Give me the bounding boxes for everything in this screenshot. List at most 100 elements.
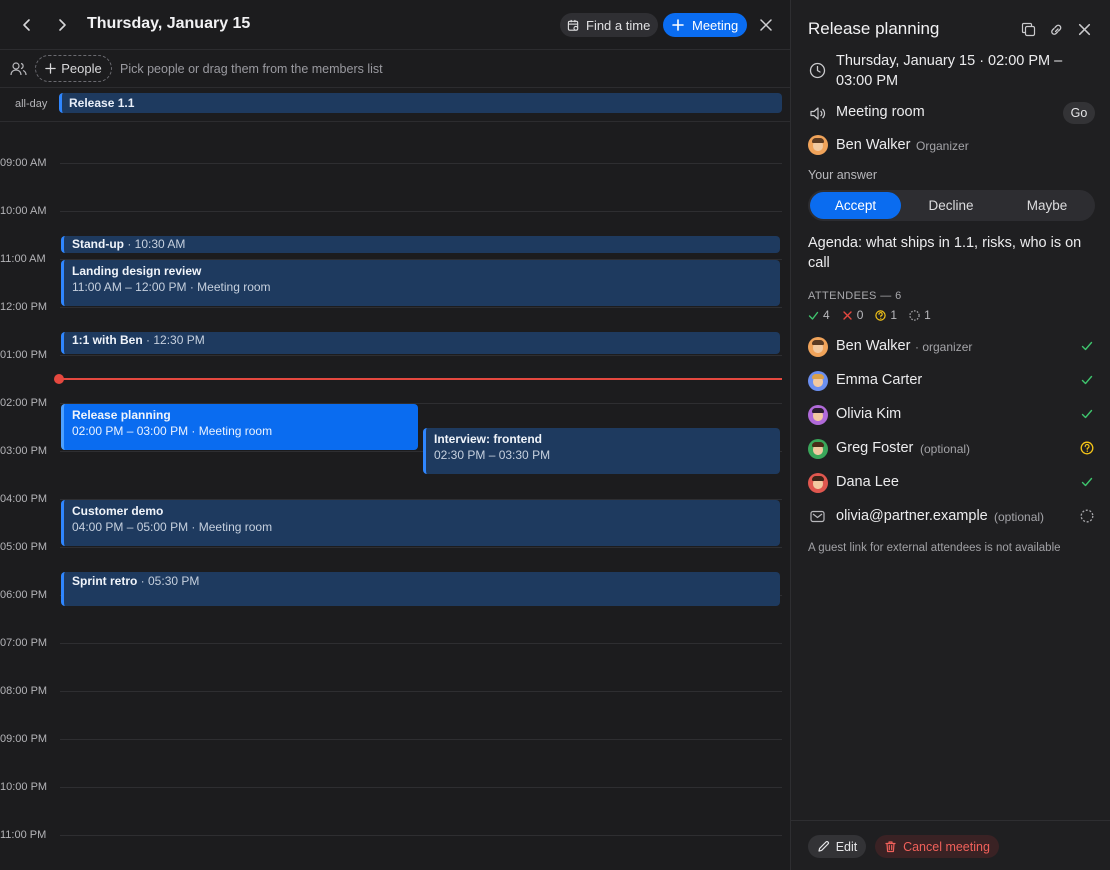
avatar-hair — [812, 442, 824, 447]
hour-label: 08:00 PM — [0, 685, 48, 697]
pencil-icon — [818, 841, 829, 852]
attendee-row[interactable]: Dana Lee — [791, 473, 1110, 507]
calendar-pane: Thursday, January 15 Find a time Meeting… — [0, 0, 790, 870]
attendee-row[interactable]: Greg Foster (optional) — [791, 439, 1110, 473]
avatar-hair — [812, 476, 824, 481]
maybe-count: 1 — [875, 308, 897, 322]
event-standup[interactable]: Stand-up · 10:30 AM — [61, 236, 780, 253]
calendar-toolbar: Thursday, January 15 Find a time Meeting — [0, 0, 790, 50]
cancel-meeting-label: Cancel meeting — [903, 839, 990, 854]
link-icon — [1050, 24, 1061, 35]
attendees-header: ATTENDEES — 6 — [808, 290, 902, 302]
event-release-planning[interactable]: Release planning 02:00 PM – 03:00 PM · M… — [61, 404, 418, 450]
attendee-row[interactable]: Olivia Kim — [791, 405, 1110, 439]
current-time-line — [60, 378, 782, 380]
calendar-search-icon — [567, 19, 579, 31]
close-calendar-button[interactable] — [756, 15, 776, 35]
add-people-label: People — [61, 61, 102, 76]
hour-label: 07:00 PM — [0, 637, 48, 649]
avatar-hair — [812, 408, 824, 413]
decline-option[interactable]: Decline — [905, 192, 997, 219]
your-answer-label: Your answer — [808, 168, 878, 182]
event-title: 1:1 with Ben — [72, 333, 143, 347]
event-customer-demo[interactable]: Customer demo 04:00 PM – 05:00 PM · Meet… — [61, 500, 780, 546]
close-icon — [760, 19, 772, 31]
people-bar: People Pick people or drag them from the… — [0, 50, 790, 88]
hour-line — [60, 307, 782, 308]
clock-icon — [809, 62, 826, 79]
accepted-check-icon — [1081, 409, 1093, 419]
new-meeting-button[interactable]: Meeting — [663, 13, 748, 37]
maybe-count-value: 1 — [890, 308, 898, 322]
plus-icon — [45, 63, 56, 74]
event-title: Customer demo — [72, 504, 164, 518]
hour-label: 10:00 AM — [0, 205, 47, 217]
hour-label: 09:00 AM — [0, 157, 47, 169]
pending-count-value: 1 — [924, 308, 931, 322]
rsvp-segmented-control: Accept Decline Maybe — [808, 190, 1095, 221]
chevron-left-icon — [23, 19, 30, 31]
edit-label: Edit — [835, 839, 858, 854]
event-sprint-retro[interactable]: Sprint retro · 05:30 PM — [61, 572, 780, 606]
event-datetime: Thursday, January 15 · 02:00 PM – 03:00 … — [836, 53, 1063, 89]
accept-option[interactable]: Accept — [810, 192, 901, 219]
hour-label: 03:00 PM — [0, 445, 48, 457]
event-time: · 05:30 PM — [137, 574, 200, 588]
event-landing-design-review[interactable]: Landing design review 11:00 AM – 12:00 P… — [61, 260, 780, 306]
prev-day-button[interactable] — [15, 13, 39, 37]
pending-icon — [909, 309, 920, 321]
event-detail-pane: Release planning Thursday, January 15 · … — [790, 0, 1110, 870]
attendee-row[interactable]: olivia@partner.example (optional) — [791, 507, 1110, 541]
accepted-check-icon — [1081, 375, 1093, 385]
avatar — [808, 371, 828, 391]
event-interview-frontend[interactable]: Interview: frontend 02:30 PM – 03:30 PM — [423, 428, 780, 474]
cancel-meeting-button[interactable]: Cancel meeting — [875, 835, 999, 858]
mail-icon — [810, 510, 825, 523]
event-title: Landing design review — [72, 264, 202, 278]
hour-line — [60, 739, 782, 740]
close-detail-button[interactable] — [1075, 20, 1093, 38]
attendee-name: Greg Foster — [836, 440, 914, 456]
all-day-event[interactable]: Release 1.1 — [59, 93, 782, 113]
hour-line — [60, 643, 782, 644]
event-time: · 12:30 PM — [142, 333, 205, 347]
declined-count-value: 0 — [856, 308, 864, 322]
maybe-question-icon — [1080, 441, 1094, 455]
event-one-on-one[interactable]: 1:1 with Ben · 12:30 PM — [61, 332, 780, 354]
accepted-check-icon — [1081, 477, 1093, 487]
attendee-name: Ben Walker — [836, 338, 911, 354]
agenda-text: Agenda: what ships in 1.1, risks, who is… — [808, 235, 1082, 271]
attendee-name: Emma Carter — [836, 372, 923, 388]
copy-link-button[interactable] — [1047, 20, 1065, 38]
event-subtitle: 04:00 PM – 05:00 PM · Meeting room — [72, 520, 273, 534]
join-room-button[interactable]: Go — [1063, 102, 1095, 124]
hour-label: 06:00 PM — [0, 589, 48, 601]
event-subtitle: 11:00 AM – 12:00 PM · Meeting room — [72, 280, 271, 294]
attendee-name: Olivia Kim — [836, 406, 902, 422]
attendee-row[interactable]: Ben Walker · organizer — [791, 337, 1110, 371]
hour-label: 05:00 PM — [0, 541, 48, 553]
all-day-label: all-day — [15, 98, 48, 110]
avatar — [808, 135, 828, 155]
duplicate-button[interactable] — [1019, 20, 1037, 38]
trash-icon — [885, 841, 896, 853]
attendee-row[interactable]: Emma Carter — [791, 371, 1110, 405]
add-people-button[interactable]: People — [35, 55, 112, 82]
hour-line — [60, 787, 782, 788]
avatar — [808, 405, 828, 425]
avatar-hair — [812, 138, 824, 143]
attendee-tag: (optional) — [920, 442, 971, 456]
organizer-name: Ben Walker — [836, 137, 911, 153]
accepted-count-value: 4 — [823, 308, 830, 322]
next-day-button[interactable] — [50, 13, 74, 37]
attendees-summary: 4 0 1 1 — [808, 308, 931, 322]
hour-line — [60, 163, 782, 164]
maybe-option[interactable]: Maybe — [1001, 192, 1093, 219]
find-a-time-button[interactable]: Find a time — [560, 13, 659, 37]
chevron-right-icon — [59, 19, 66, 31]
copy-icon — [1021, 22, 1035, 36]
speaker-icon — [810, 107, 826, 120]
edit-button[interactable]: Edit — [808, 835, 866, 858]
hour-line — [60, 835, 782, 836]
accepted-count: 4 — [808, 308, 830, 322]
